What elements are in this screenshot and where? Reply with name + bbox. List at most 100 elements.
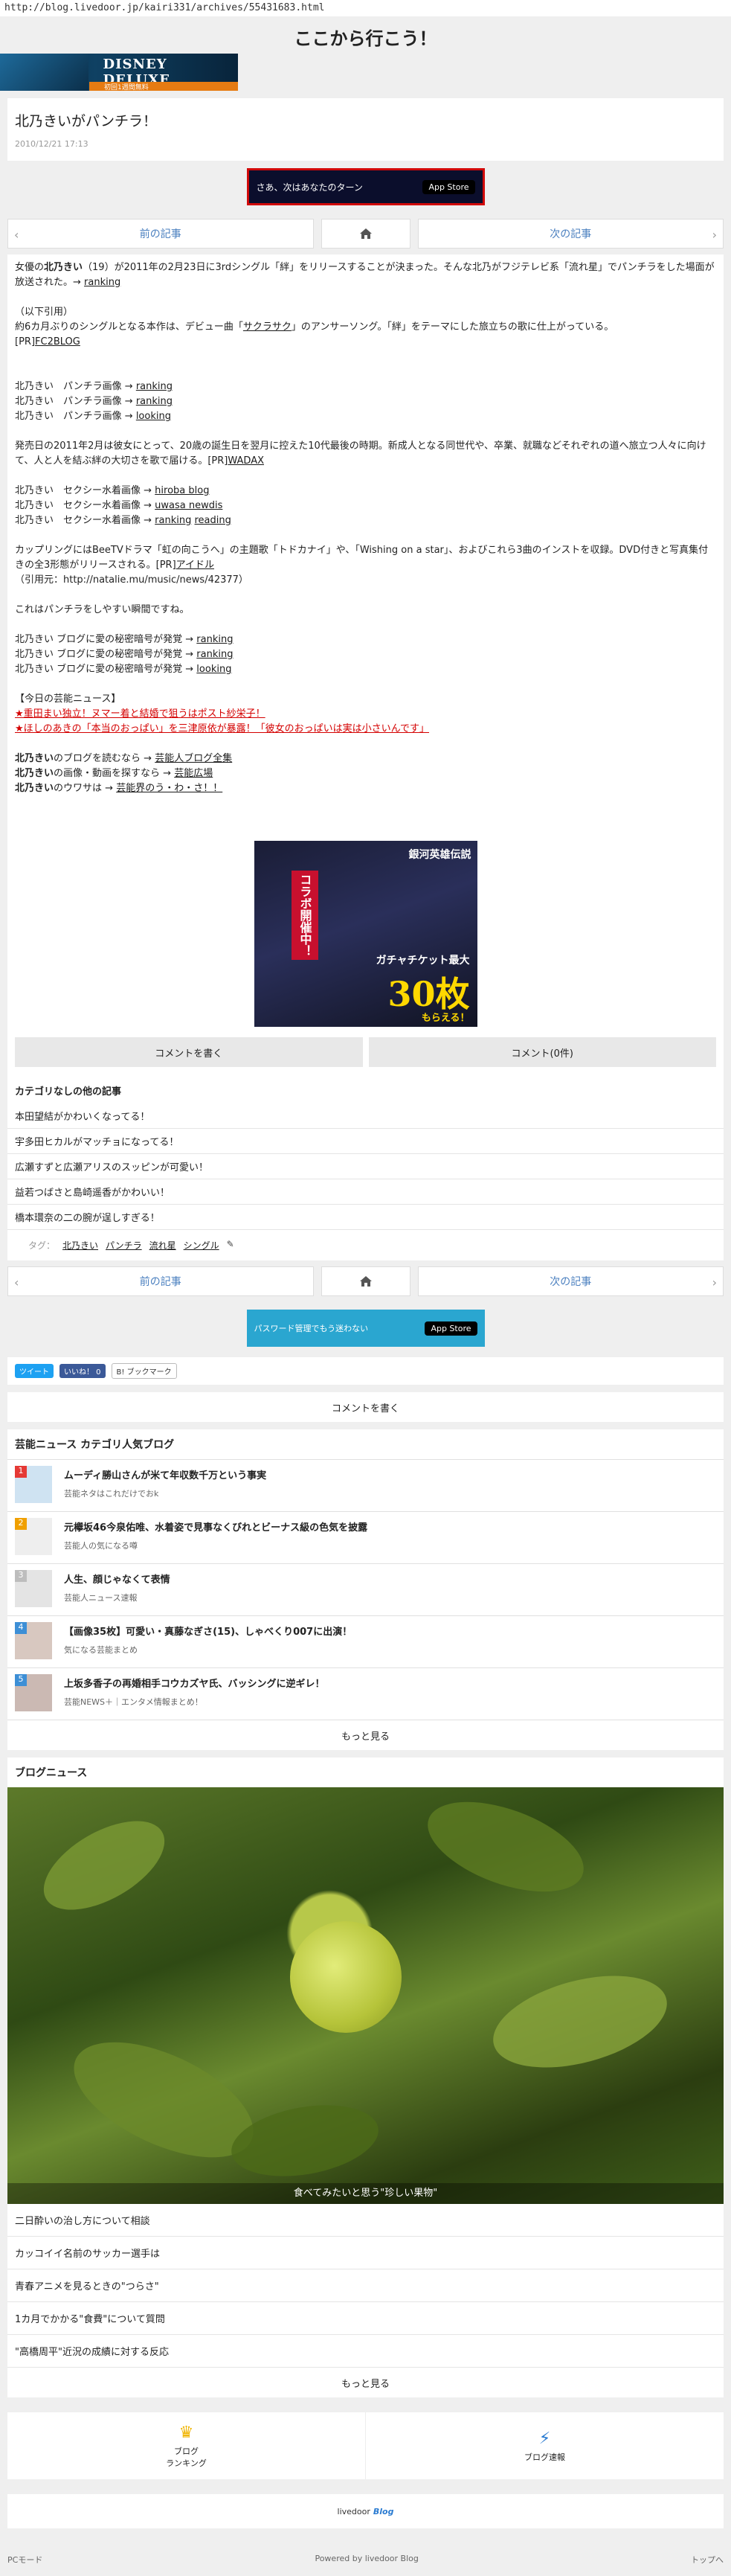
site-title[interactable]: ここから行こう！ xyxy=(0,16,731,54)
article-header: 北乃きいがパンチラ！ 2010/12/21 17:13 xyxy=(7,98,724,161)
rumor-link[interactable]: 芸能界のう・わ・さ！！ xyxy=(116,783,222,794)
app-ad[interactable]: パスワード管理でもう迷わない App Store xyxy=(246,1310,485,1347)
leaf-shape xyxy=(483,1958,677,2085)
ranking-item[interactable]: 5 上坂多香子の再婚相手コウカズヤ氏、バッシングに逆ギレ！ 芸能NEWS＋｜エンタ… xyxy=(7,1668,724,1720)
tag-link[interactable]: 北乃きい xyxy=(62,1239,98,1252)
thumbnail: 3 xyxy=(15,1570,52,1607)
livedoor-brand[interactable]: livedoor Blog xyxy=(7,2494,724,2528)
rank-number: 5 xyxy=(15,1674,27,1686)
write-comment-button[interactable]: コメントを書く xyxy=(7,1392,724,1422)
pc-mode-link[interactable]: PCモード xyxy=(7,2554,42,2566)
more-button[interactable]: もっと見る xyxy=(7,1720,724,1750)
top-banner-ad[interactable]: DISNEY DELUXE 初回1週間無料 xyxy=(0,54,238,91)
tag-link[interactable]: パンチラ xyxy=(106,1239,142,1252)
ranking-link[interactable]: ranking xyxy=(196,649,233,660)
news-item[interactable]: 二日酔いの治し方について相談 xyxy=(7,2204,724,2237)
ranking-link[interactable]: ranking xyxy=(196,634,233,645)
uwasa-link[interactable]: uwasa newdis xyxy=(155,500,222,511)
app-ad[interactable]: さあ、次はあなたのターン App Store xyxy=(246,168,485,205)
banner-image xyxy=(0,54,88,91)
comment-count-button[interactable]: コメント(0件) xyxy=(368,1037,716,1067)
tag-link[interactable]: 流れ星 xyxy=(149,1239,176,1252)
ranking-item[interactable]: 4 【画像35枚】可愛い・真藤なぎさ(15)、しゃべくり007に出演！ 気になる芸… xyxy=(7,1616,724,1668)
paragraph-5: これはパンチラをしやすい瞬間ですね。 xyxy=(15,604,190,615)
list-item: 北乃きい セクシー水着画像 → ranking reading xyxy=(15,515,231,526)
like-button[interactable]: いいね！ 0 xyxy=(59,1364,106,1378)
ranking-link[interactable]: ranking xyxy=(155,515,191,526)
blog-ranking-link[interactable]: ♛ ブログ ランキング xyxy=(7,2412,366,2479)
pr-link[interactable]: FC2BLOG xyxy=(35,336,80,347)
hatena-bookmark-button[interactable]: B! ブックマーク xyxy=(111,1363,177,1379)
ranking-item-source: 気になる芸能まとめ xyxy=(64,1645,138,1655)
ranking-link[interactable]: ranking xyxy=(84,277,120,288)
social-buttons: ツイート いいね！ 0 B! ブックマーク xyxy=(7,1357,724,1385)
news-photo[interactable]: 食べてみたいと思う"珍しい果物" xyxy=(7,1787,724,2204)
other-article-item[interactable]: 橋本環奈の二の腕が逞しすぎる！ xyxy=(7,1205,724,1230)
list-item: 北乃きい パンチラ画像 → ranking xyxy=(15,396,173,407)
text: 女優の xyxy=(15,262,45,273)
blog-link[interactable]: 芸能人ブログ全集 xyxy=(155,753,232,764)
app-store-badge[interactable]: App Store xyxy=(425,1321,477,1336)
other-article-item[interactable]: 本田望結がかわいくなってる！ xyxy=(7,1103,724,1129)
ranking-item-source: 芸能NEWS＋｜エンタメ情報まとめ！ xyxy=(64,1697,203,1707)
reading-link[interactable]: reading xyxy=(195,515,231,526)
other-article-item[interactable]: 益若つばさと島崎遥香がかわいい！ xyxy=(7,1179,724,1205)
sakura-link[interactable]: サクラサク xyxy=(243,321,292,333)
news-item[interactable]: 1カ月でかかる"食費"について質問 xyxy=(7,2302,724,2335)
prev-article-button[interactable]: ‹ 前の記事 xyxy=(7,219,314,249)
pr-link[interactable]: アイドル xyxy=(176,560,214,571)
footer-nav: ♛ ブログ ランキング ⚡ ブログ速報 xyxy=(7,2412,724,2479)
to-top-link[interactable]: トップへ xyxy=(691,2554,724,2566)
next-article-button[interactable]: 次の記事 › xyxy=(417,219,724,249)
rank-number: 2 xyxy=(15,1518,27,1530)
paragraph-4: カップリングにはBeeTVドラマ「虹の向こうへ」の主題歌「トドカナイ」や、「Wi… xyxy=(15,543,716,588)
ranking-item-title: 【画像35枚】可愛い・真藤なぎさ(15)、しゃべくり007に出演！ xyxy=(64,1627,352,1638)
url-bar[interactable]: http://blog.livedoor.jp/kairi331/archive… xyxy=(0,0,731,16)
news-link[interactable]: ★ほしのあきの「本当のおっぱい」を三津原依が暴露！「彼女のおっぱいは実は小さいん… xyxy=(15,722,716,737)
ranking-item[interactable]: 1 ムーディ勝山さんが米て年収数千万という事実 芸能ネタはこれだけでおk xyxy=(7,1460,724,1512)
ranking-link[interactable]: ranking xyxy=(136,381,173,392)
next-article-button[interactable]: 次の記事 › xyxy=(417,1266,724,1296)
home-button[interactable] xyxy=(321,219,410,249)
chevron-right-icon: › xyxy=(712,1275,717,1289)
app-store-badge[interactable]: App Store xyxy=(422,179,475,194)
tag-list: タグ： 北乃きい パンチラ 流れ星 シングル ✎ xyxy=(7,1230,724,1260)
other-article-item[interactable]: 広瀬すずと広瀬アリスのスッピンが可愛い！ xyxy=(7,1154,724,1179)
pr-label: [PR] xyxy=(15,336,36,347)
news-item[interactable]: カッコイイ名前のサッカー選手は xyxy=(7,2237,724,2269)
looking-link[interactable]: looking xyxy=(196,664,231,675)
tag-edit-icon[interactable]: ✎ xyxy=(227,1239,234,1252)
blog-news-block: ブログニュース xyxy=(7,1758,724,1787)
ad-slot-2: 銀河英雄伝説 コラボ開催中！ ガチャチケット最大 30枚 もらえる！ xyxy=(7,841,724,1027)
ranking-item[interactable]: 2 元欅坂46今泉佑唯、水着姿で見事なくびれとビーナス級の色気を披露 芸能人の気に… xyxy=(7,1512,724,1564)
comment-actions: コメントを書く コメント(0件) xyxy=(7,1034,724,1074)
write-comment-button[interactable]: コメントを書く xyxy=(15,1037,363,1067)
news-item[interactable]: 青春アニメを見るときの"つらさ" xyxy=(7,2269,724,2302)
list-item: 北乃きい ブログに愛の秘密暗号が発覚 → ranking xyxy=(15,634,234,645)
home-button[interactable] xyxy=(321,1266,410,1296)
app-ad-text: パスワード管理でもう迷わない xyxy=(254,1324,369,1333)
tag-link[interactable]: シングル xyxy=(184,1239,219,1252)
ad-slot-1: さあ、次はあなたのターン App Store xyxy=(0,161,731,213)
list-item: 北乃きい セクシー水着画像 → uwasa newdis xyxy=(15,500,223,511)
text: 約6カ月ぶりのシングルとなる本作は、デビュー曲「 xyxy=(15,321,243,333)
prev-article-button[interactable]: ‹ 前の記事 xyxy=(7,1266,314,1296)
looking-link[interactable]: looking xyxy=(136,411,171,422)
footer-label: ブログ ランキング xyxy=(166,2446,207,2468)
ranking-item[interactable]: 3 人生、顔じゃなくて表情 芸能人ニュース速報 xyxy=(7,1564,724,1616)
blog-news-link[interactable]: ⚡ ブログ速報 xyxy=(366,2412,724,2479)
other-article-item[interactable]: 宇多田ヒカルがマッチョになってる！ xyxy=(7,1129,724,1154)
pr-link[interactable]: WADAX xyxy=(228,455,264,467)
hiroba-link[interactable]: hiroba blog xyxy=(155,485,209,496)
ranking-link[interactable]: ranking xyxy=(136,396,173,407)
image-link[interactable]: 芸能広場 xyxy=(174,768,213,779)
more-button[interactable]: もっと見る xyxy=(7,2368,724,2397)
game-ad[interactable]: 銀河英雄伝説 コラボ開催中！ ガチャチケット最大 30枚 もらえる！ xyxy=(254,841,477,1027)
ad-slot-3: パスワード管理でもう迷わない App Store xyxy=(0,1302,731,1354)
other-articles-heading: カテゴリなしの他の記事 xyxy=(15,1086,122,1098)
tweet-button[interactable]: ツイート xyxy=(15,1364,54,1378)
news-item[interactable]: "高橋周平"近況の成績に対する反応 xyxy=(7,2335,724,2368)
article-date: 2010/12/21 17:13 xyxy=(15,139,88,149)
prev-label: 前の記事 xyxy=(139,1276,181,1288)
news-link[interactable]: ★重田まい独立！ヌマー着と結婚で狙うはポスト紗栄子！ xyxy=(15,707,716,722)
